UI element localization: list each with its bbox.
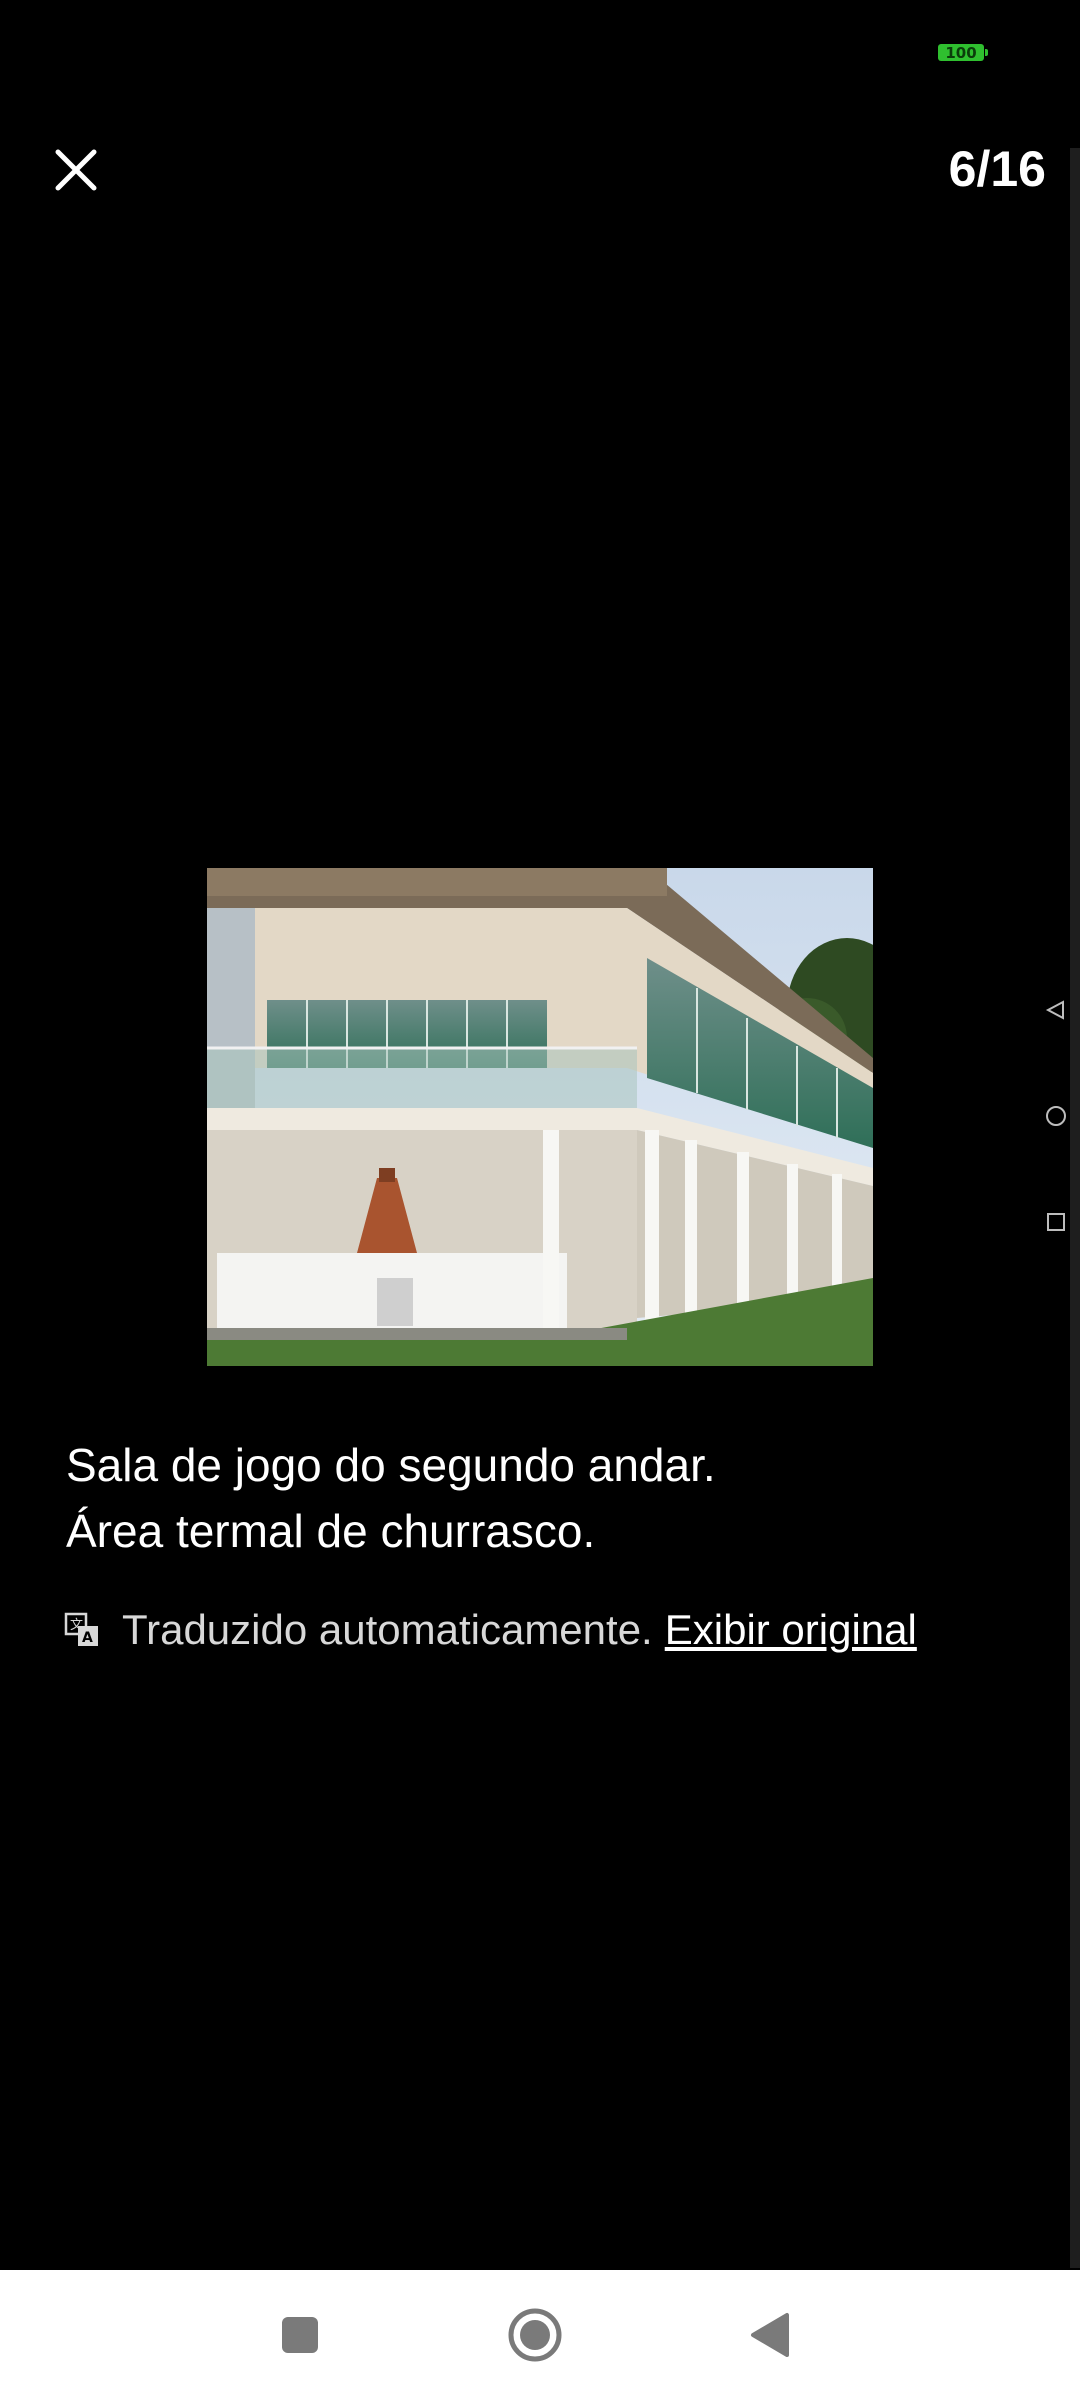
caption-line-2: Área termal de churrasco. (66, 1505, 596, 1557)
side-back-button[interactable] (1038, 992, 1074, 1028)
battery-indicator: 100 (938, 44, 988, 62)
side-home-button[interactable] (1038, 1098, 1074, 1134)
show-original-link[interactable]: Exibir original (665, 1606, 917, 1654)
photo-counter: 6/16 (948, 141, 1046, 197)
triangle-back-icon (1045, 1000, 1064, 1020)
close-button[interactable] (46, 140, 106, 200)
close-icon (55, 149, 97, 191)
listing-photo[interactable] (207, 868, 873, 1366)
nav-recent-button[interactable] (265, 2300, 335, 2370)
translation-notice: 文 A Traduzido automaticamente. Exibir or… (64, 1606, 917, 1654)
photo-viewer-screen: 100 6/16 Sala de jogo do segundo andar. … (0, 0, 1080, 2400)
caption-line-1: Sala de jogo do segundo andar. (66, 1439, 716, 1491)
circle-home-icon (1046, 1106, 1066, 1126)
svg-text:A: A (82, 1630, 93, 1646)
house-photo-illustration (207, 868, 873, 1366)
translate-icon: 文 A (64, 1612, 98, 1646)
photo-caption: Sala de jogo do segundo andar. Área term… (66, 1432, 1026, 1564)
nav-back-button[interactable] (736, 2300, 806, 2370)
system-navigation-bar (0, 2270, 1080, 2400)
nav-home-button[interactable] (500, 2300, 570, 2370)
circle-home-icon (508, 2308, 562, 2362)
square-recent-icon (282, 2317, 318, 2353)
square-recent-icon (1047, 1213, 1065, 1231)
side-recent-button[interactable] (1038, 1204, 1074, 1240)
translation-note: Traduzido automaticamente. (122, 1606, 653, 1653)
triangle-back-icon (751, 2313, 789, 2357)
